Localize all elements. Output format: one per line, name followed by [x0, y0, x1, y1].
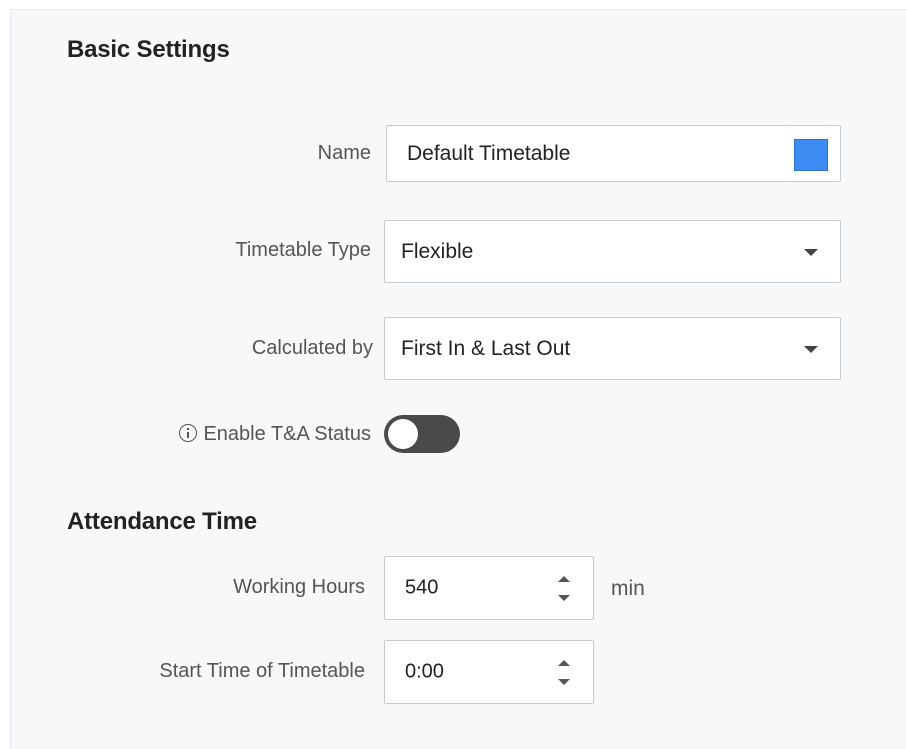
name-input[interactable]: Default Timetable	[386, 125, 841, 182]
color-picker-swatch[interactable]	[794, 139, 828, 171]
chevron-down-icon	[804, 345, 818, 353]
stepper-controls	[557, 557, 571, 619]
enable-ta-status-toggle[interactable]	[384, 415, 460, 453]
calculated-by-label: Calculated by	[251, 337, 373, 359]
working-hours-stepper[interactable]: 540	[384, 556, 594, 620]
stepper-controls	[557, 641, 571, 703]
working-hours-label: Working Hours	[233, 576, 365, 598]
decrement-arrow-icon[interactable]	[558, 595, 570, 601]
working-hours-unit: min	[611, 577, 645, 600]
timetable-type-label-wrap: Timetable Type	[11, 231, 371, 271]
calculated-by-select[interactable]: First In & Last Out	[384, 317, 841, 380]
timetable-type-select[interactable]: Flexible	[384, 220, 841, 283]
start-time-value: 0:00	[405, 660, 444, 683]
calculated-by-label-wrap: Calculated by	[11, 328, 373, 368]
toggle-knob	[388, 419, 418, 449]
decrement-arrow-icon[interactable]	[558, 679, 570, 685]
calculated-by-value: First In & Last Out	[401, 336, 571, 360]
increment-arrow-icon[interactable]	[558, 660, 570, 666]
working-hours-label-wrap: Working Hours	[11, 567, 365, 607]
timetable-type-value: Flexible	[401, 239, 474, 263]
start-time-label: Start Time of Timetable	[159, 660, 365, 682]
info-icon[interactable]	[179, 424, 198, 442]
enable-ta-status-label: Enable T&A Status	[203, 423, 371, 445]
enable-ta-label-wrap: Enable T&A Status	[11, 414, 371, 454]
name-input-value: Default Timetable	[407, 141, 571, 165]
section-title-basic-settings: Basic Settings	[67, 36, 230, 63]
start-time-stepper[interactable]: 0:00	[384, 640, 594, 704]
chevron-down-icon	[804, 248, 818, 256]
section-title-attendance-time: Attendance Time	[67, 508, 257, 535]
working-hours-value: 540	[405, 576, 439, 599]
start-time-label-wrap: Start Time of Timetable	[11, 651, 365, 691]
increment-arrow-icon[interactable]	[558, 576, 570, 582]
timetable-type-label: Timetable Type	[235, 239, 371, 261]
name-row-label-wrap: Name	[11, 133, 371, 173]
enable-ta-status-label-group: Enable T&A Status	[179, 423, 371, 446]
settings-panel: Basic Settings Name Default Timetable Ti…	[10, 9, 906, 749]
name-label: Name	[317, 142, 371, 164]
